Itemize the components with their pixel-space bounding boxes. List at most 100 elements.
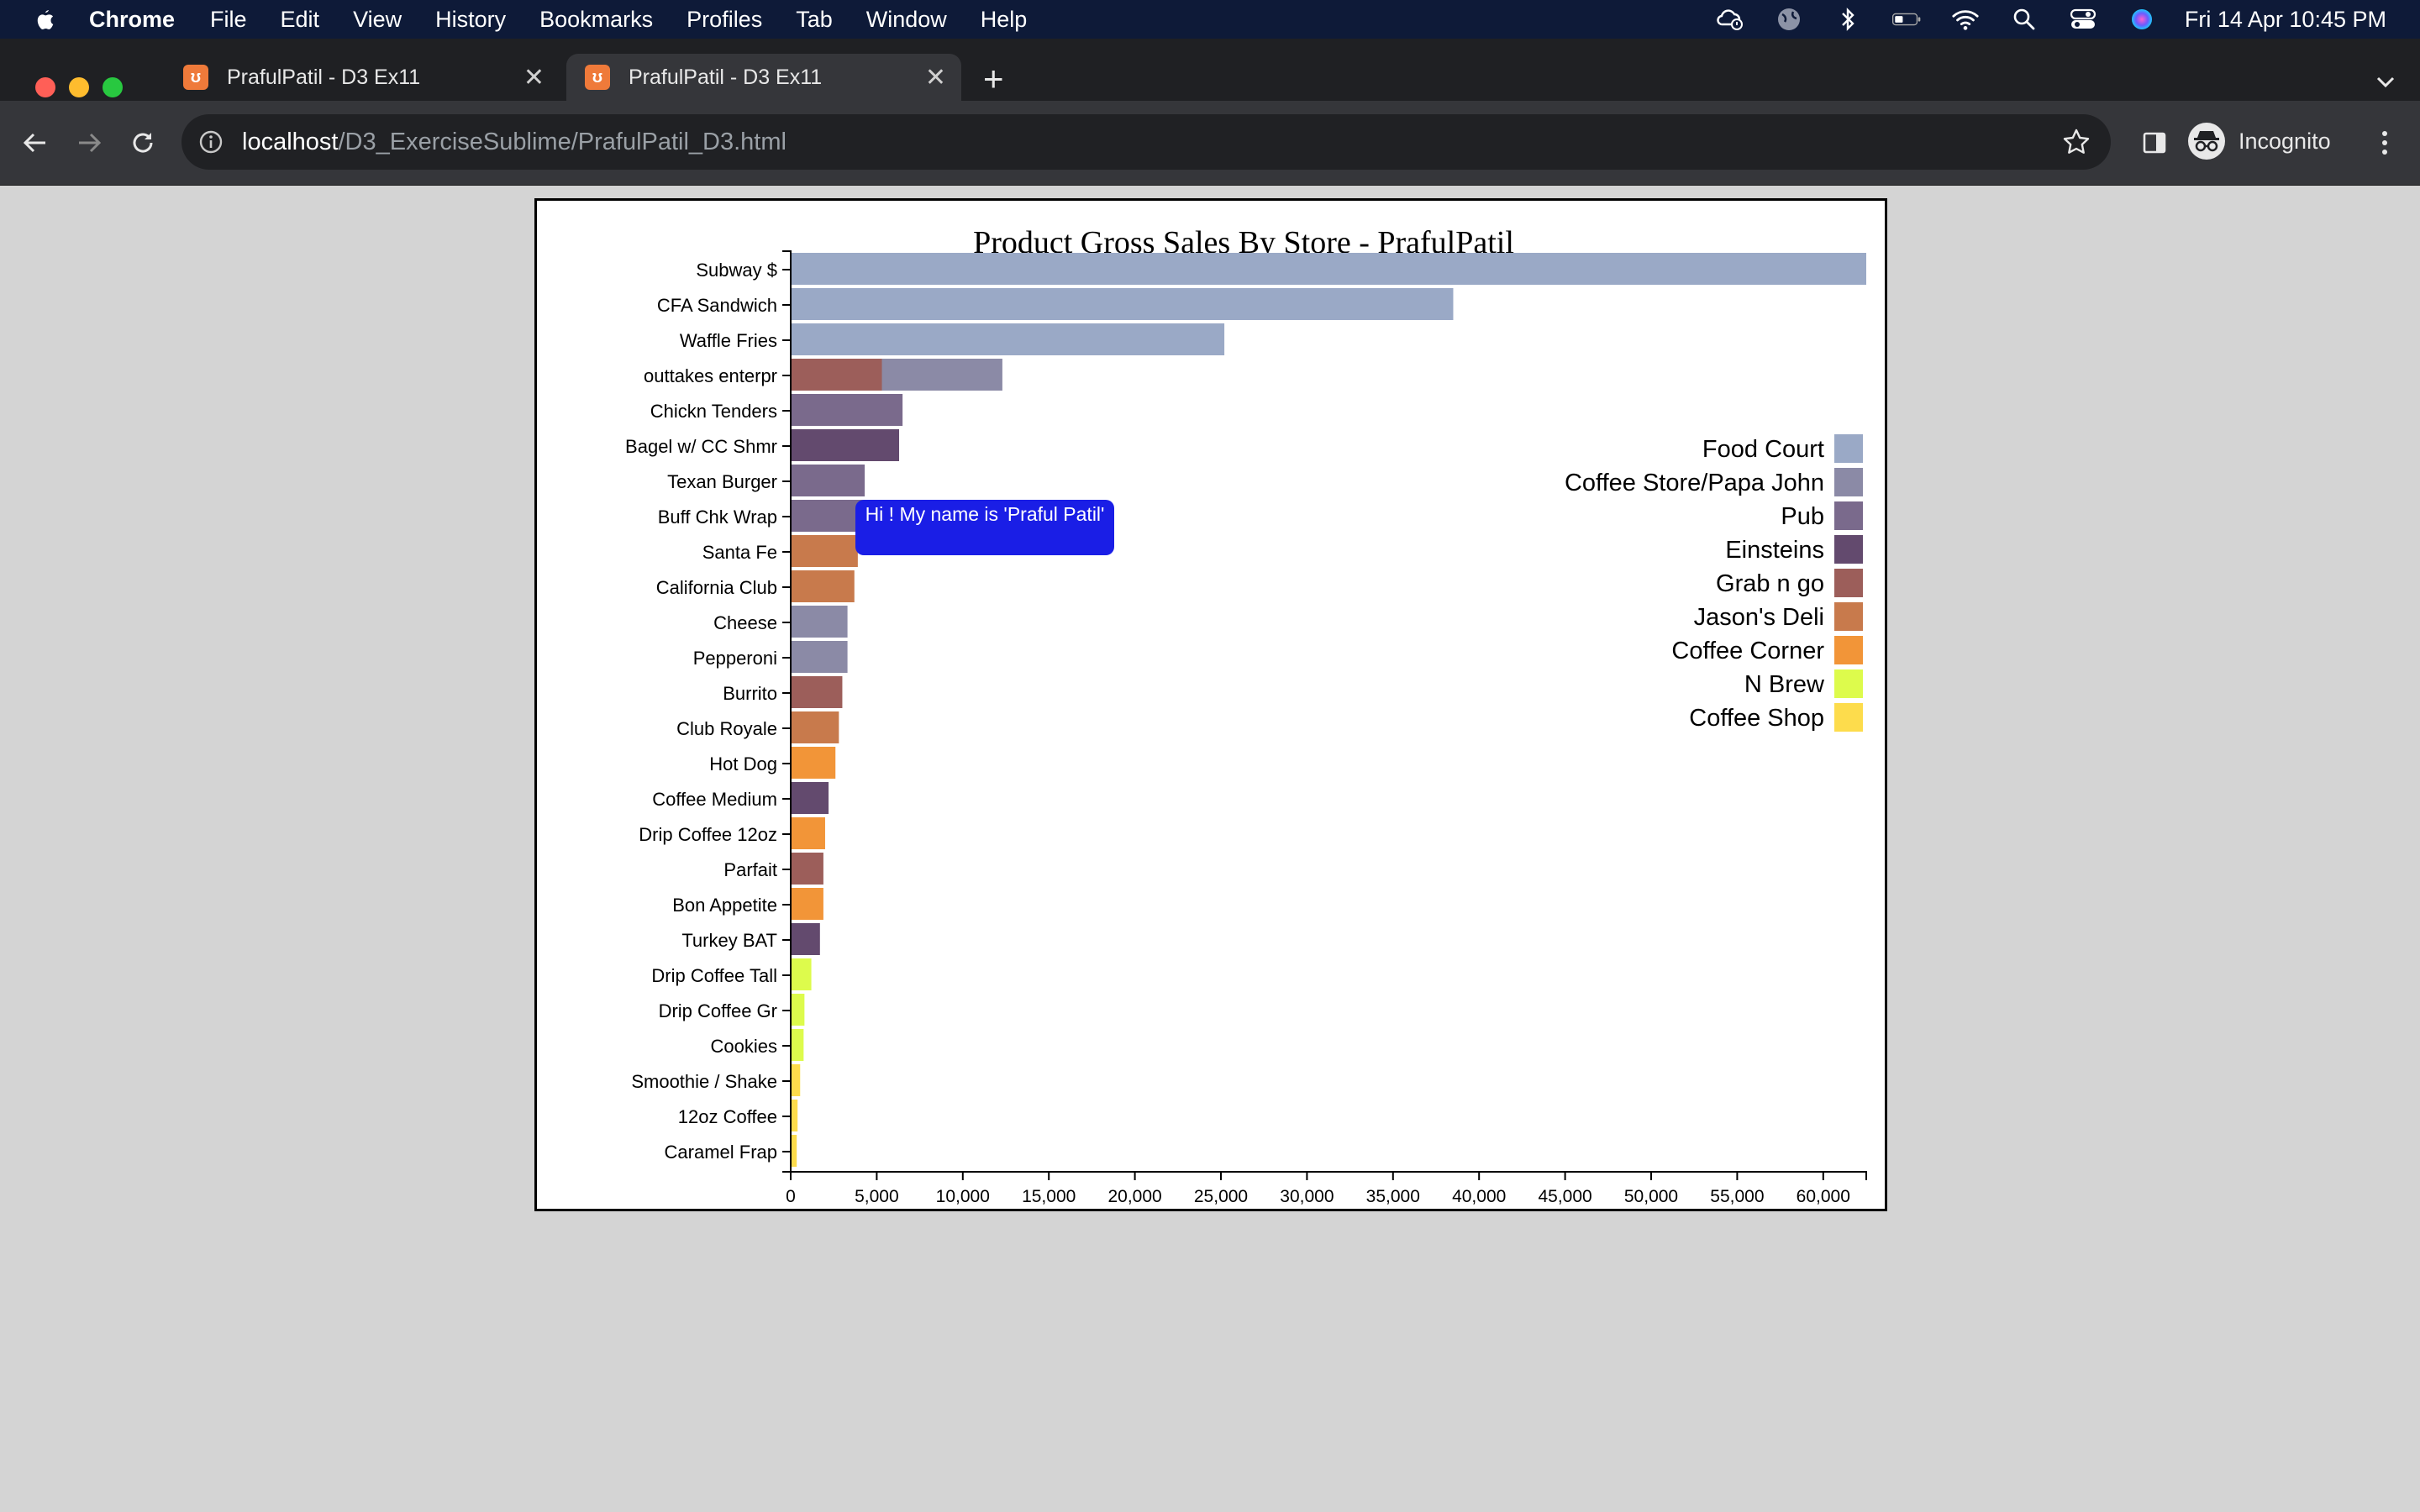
menu-bookmarks[interactable]: Bookmarks — [539, 7, 653, 33]
apple-logo-icon[interactable] — [32, 7, 57, 32]
chrome-menu-kebab-icon[interactable] — [2370, 128, 2400, 158]
y-tick-label: Pepperoni — [693, 648, 777, 669]
window-minimize-button[interactable] — [69, 77, 89, 97]
legend-swatch[interactable] — [1834, 434, 1863, 463]
legend: Food Court Coffee Store/Papa John Pub Einst… — [1565, 434, 1863, 732]
y-tick-label: Subway $ — [696, 260, 777, 281]
menu-help[interactable]: Help — [981, 7, 1028, 33]
wifi-icon[interactable] — [1951, 8, 1980, 31]
tab-search-chevron-icon[interactable] — [2375, 71, 2396, 92]
y-tick-label: Bon Appetite — [672, 895, 777, 916]
y-tick-label: Coffee Medium — [652, 789, 777, 810]
chart-frame: Product Gross Sales By Store - PrafulPat… — [534, 198, 1887, 1211]
bar[interactable] — [791, 1100, 798, 1131]
bar[interactable] — [791, 394, 903, 426]
y-tick-label: Drip Coffee 12oz — [639, 824, 777, 845]
x-tick-label: 50,000 — [1624, 1187, 1678, 1206]
bar[interactable] — [791, 747, 836, 779]
bar[interactable] — [791, 853, 823, 885]
bar[interactable] — [791, 1064, 801, 1096]
menu-file[interactable]: File — [210, 7, 247, 33]
legend-swatch[interactable] — [1834, 602, 1863, 631]
legend-label: Coffee Store/Papa John — [1565, 470, 1824, 496]
bar[interactable] — [791, 817, 825, 849]
y-tick-label: Drip Coffee Tall — [651, 965, 777, 986]
bar[interactable] — [791, 923, 820, 955]
tab-title: PrafulPatil - D3 Ex11 — [629, 65, 823, 89]
legend-swatch[interactable] — [1834, 669, 1863, 698]
menu-profiles[interactable]: Profiles — [687, 7, 762, 33]
bar[interactable] — [791, 465, 865, 496]
window-close-button[interactable] — [35, 77, 55, 97]
bar[interactable] — [791, 711, 839, 743]
bar[interactable] — [791, 535, 858, 567]
bar-chart: Product Gross Sales By Store - PrafulPat… — [625, 225, 1867, 1206]
battery-icon[interactable] — [1891, 8, 1921, 31]
xampp-favicon-icon: ʊ — [585, 65, 610, 90]
side-panel-icon[interactable] — [2139, 128, 2170, 158]
bar[interactable] — [791, 676, 843, 708]
bluetooth-icon[interactable] — [1833, 8, 1862, 31]
x-tick-label: 35,000 — [1366, 1187, 1420, 1206]
url-path: /D3_ExerciseSublime/PrafulPatil_D3.html — [338, 128, 786, 155]
cloud-sync-icon[interactable] — [1716, 8, 1744, 31]
page-viewport: Product Gross Sales By Store - PrafulPat… — [0, 186, 2420, 1512]
bar[interactable] — [791, 323, 1225, 355]
menu-tab[interactable]: Tab — [796, 7, 833, 33]
tab-close-icon[interactable]: ✕ — [925, 63, 946, 92]
legend-swatch[interactable] — [1834, 535, 1863, 564]
globe-icon[interactable] — [1775, 8, 1803, 31]
bar[interactable] — [791, 570, 855, 602]
menu-bar-clock[interactable]: Fri 14 Apr 10:45 PM — [2185, 7, 2386, 33]
address-bar[interactable]: localhost/D3_ExerciseSublime/PrafulPatil… — [182, 114, 2111, 170]
bar[interactable] — [791, 958, 812, 990]
bar-overlay[interactable] — [791, 359, 882, 391]
bar[interactable] — [791, 782, 829, 814]
y-tick-label: Waffle Fries — [680, 330, 777, 351]
y-tick-label: outtakes enterpr — [644, 365, 777, 386]
menu-view[interactable]: View — [353, 7, 402, 33]
bar[interactable] — [791, 500, 865, 532]
bookmark-star-icon[interactable] — [2062, 128, 2091, 156]
bar[interactable] — [791, 606, 848, 638]
bar[interactable] — [791, 253, 1866, 285]
y-tick-label: Burrito — [723, 683, 777, 704]
x-tick-label: 15,000 — [1022, 1187, 1076, 1206]
menu-window[interactable]: Window — [866, 7, 947, 33]
control-center-icon[interactable] — [2069, 8, 2097, 31]
bar[interactable] — [791, 1029, 804, 1061]
browser-tab-1[interactable]: ʊ PrafulPatil - D3 Ex11 ✕ — [165, 54, 560, 101]
tab-close-icon[interactable]: ✕ — [523, 63, 544, 92]
back-arrow-icon[interactable] — [20, 128, 50, 158]
legend-swatch[interactable] — [1834, 501, 1863, 530]
bar[interactable] — [791, 1135, 797, 1167]
bar[interactable] — [791, 888, 823, 920]
site-info-icon[interactable] — [198, 129, 224, 155]
legend-swatch[interactable] — [1834, 468, 1863, 496]
menu-app-name[interactable]: Chrome — [89, 7, 175, 33]
browser-toolbar: localhost/D3_ExerciseSublime/PrafulPatil… — [0, 101, 2420, 186]
legend-swatch[interactable] — [1834, 636, 1863, 664]
new-tab-plus-icon[interactable]: + — [983, 61, 1004, 97]
bar[interactable] — [791, 429, 900, 461]
x-tick-label: 20,000 — [1107, 1187, 1161, 1206]
bar[interactable] — [791, 288, 1454, 320]
y-tick-label: Parfait — [723, 859, 777, 880]
y-tick-label: California Club — [656, 577, 777, 598]
menu-edit[interactable]: Edit — [281, 7, 320, 33]
y-tick-label: Drip Coffee Gr — [659, 1000, 777, 1021]
y-tick-label: Caramel Frap — [665, 1142, 777, 1163]
reload-icon[interactable] — [128, 128, 158, 158]
spotlight-search-icon[interactable] — [2010, 8, 2039, 31]
bar[interactable] — [791, 994, 805, 1026]
siri-icon[interactable] — [2128, 8, 2156, 31]
legend-label: Pub — [1781, 503, 1824, 530]
forward-arrow-icon[interactable] — [74, 128, 104, 158]
browser-tab-2-active[interactable]: ʊ PrafulPatil - D3 Ex11 ✕ — [566, 54, 961, 101]
menu-history[interactable]: History — [435, 7, 506, 33]
incognito-profile-button[interactable]: Incognito — [2188, 116, 2331, 166]
bar[interactable] — [791, 641, 848, 673]
legend-swatch[interactable] — [1834, 569, 1863, 597]
window-zoom-button[interactable] — [103, 77, 123, 97]
legend-swatch[interactable] — [1834, 703, 1863, 732]
